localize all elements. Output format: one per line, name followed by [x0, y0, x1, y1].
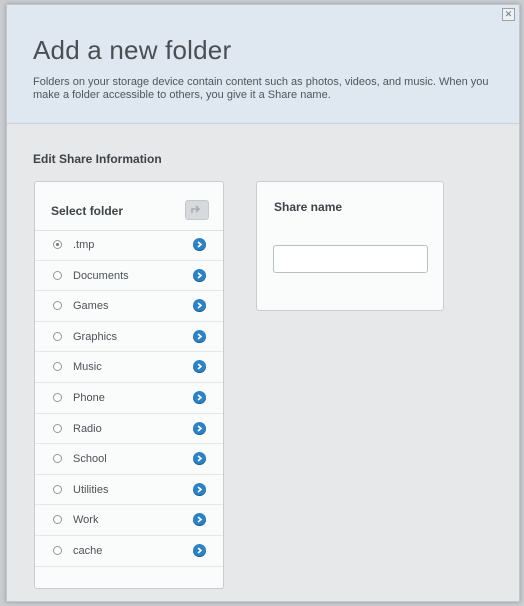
add-folder-dialog: ✕ Add a new folder Folders on your stora… [6, 4, 520, 602]
open-folder-button[interactable] [193, 268, 206, 282]
folder-name: .tmp [73, 239, 95, 251]
section-title: Edit Share Information [33, 152, 162, 166]
share-name-panel: Share name [256, 181, 444, 311]
folder-name: cache [73, 544, 103, 557]
dialog-header: ✕ Add a new folder Folders on your stora… [7, 5, 519, 124]
open-folder-button[interactable] [193, 421, 206, 435]
dialog-description: Folders on your storage device contain c… [33, 76, 489, 101]
folder-row[interactable]: Games [35, 291, 223, 322]
folder-up-icon [191, 205, 201, 213]
open-folder-button[interactable] [193, 482, 206, 496]
select-folder-header: Select folder [35, 182, 223, 231]
folder-radio[interactable] [53, 270, 62, 280]
chevron-right-icon [197, 486, 203, 493]
folder-radio[interactable] [53, 331, 62, 341]
folder-radio[interactable] [53, 362, 62, 372]
folder-name: Utilities [73, 483, 109, 496]
folder-name: Phone [73, 391, 105, 404]
folder-radio[interactable] [53, 454, 62, 464]
folder-row[interactable]: Documents [35, 261, 223, 292]
folder-row[interactable]: School [35, 444, 223, 475]
folder-row[interactable]: Work [35, 505, 223, 536]
folder-row[interactable]: Radio [35, 414, 223, 445]
open-folder-button[interactable] [193, 513, 206, 527]
folder-row[interactable]: Phone [35, 383, 223, 414]
chevron-right-icon [197, 547, 203, 554]
folder-row[interactable]: Graphics [35, 322, 223, 353]
folder-up-button[interactable] [185, 200, 209, 220]
chevron-right-icon [197, 241, 203, 248]
folder-name: Radio [73, 422, 102, 435]
dialog-title: Add a new folder [33, 35, 232, 65]
chevron-right-icon [197, 516, 203, 523]
open-folder-button[interactable] [193, 543, 206, 557]
folder-row[interactable]: Utilities [35, 475, 223, 506]
folder-radio[interactable] [53, 515, 62, 525]
folder-name: Music [73, 361, 102, 374]
folder-radio[interactable] [53, 392, 62, 402]
folder-radio[interactable] [53, 423, 62, 433]
chevron-right-icon [197, 363, 203, 370]
folder-row[interactable]: Music [35, 352, 223, 383]
chevron-right-icon [197, 394, 203, 401]
close-icon[interactable]: ✕ [502, 8, 515, 21]
folder-name: Games [73, 300, 109, 313]
folder-radio[interactable] [53, 301, 62, 311]
open-folder-button[interactable] [193, 360, 206, 374]
folder-radio[interactable] [53, 240, 62, 249]
folder-name: Graphics [73, 330, 118, 343]
chevron-right-icon [197, 333, 203, 340]
folder-radio[interactable] [53, 545, 62, 555]
folder-list: .tmp Documents Games Graphics Music Phone Radi… [35, 230, 223, 567]
folder-radio[interactable] [53, 484, 62, 494]
chevron-right-icon [197, 271, 203, 279]
open-folder-button[interactable] [193, 452, 206, 466]
folder-name: School [73, 453, 107, 466]
open-folder-button[interactable] [193, 299, 206, 313]
chevron-right-icon [197, 302, 203, 309]
select-folder-panel: Select folder .tmp Documents Games Graphics… [34, 181, 224, 589]
folder-name: Work [73, 514, 99, 527]
folder-name: Documents [73, 269, 129, 282]
folder-row[interactable]: .tmp [35, 230, 223, 261]
share-name-label: Share name [274, 200, 343, 214]
chevron-right-icon [197, 455, 203, 462]
select-folder-title: Select folder [51, 204, 124, 218]
open-folder-button[interactable] [193, 329, 206, 343]
folder-row[interactable]: cache [35, 536, 223, 567]
open-folder-button[interactable] [193, 238, 206, 251]
open-folder-button[interactable] [193, 390, 206, 404]
share-name-input[interactable] [273, 245, 428, 273]
chevron-right-icon [197, 424, 203, 432]
